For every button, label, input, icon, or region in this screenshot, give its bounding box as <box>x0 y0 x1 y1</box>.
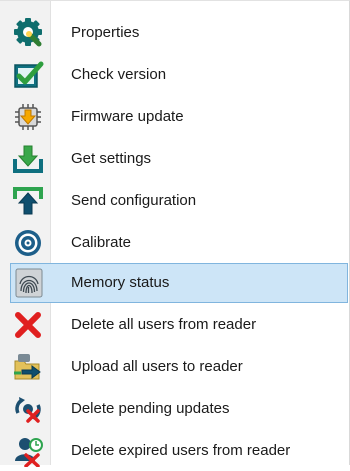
menu-item-label: Upload all users to reader <box>71 358 243 375</box>
menu-item-memory-status[interactable]: Memory status <box>10 263 348 303</box>
menu-item-delete-pending-updates[interactable]: Delete pending updates <box>0 389 349 429</box>
menu-item-upload-all-users[interactable]: Upload all users to reader <box>0 347 349 387</box>
menu-item-label: Get settings <box>71 150 152 167</box>
menu-item-label: Calibrate <box>71 234 132 251</box>
menu-item-delete-all-users[interactable]: Delete all users from reader <box>0 305 349 345</box>
menu-item-label: Firmware update <box>71 108 184 125</box>
menu-item-label: Delete expired users from reader <box>71 442 291 459</box>
menu-item-calibrate[interactable]: Calibrate <box>0 223 349 263</box>
fingerprint-icon <box>13 267 45 299</box>
menu-item-send-configuration[interactable]: Send configuration <box>0 181 349 221</box>
menu-item-label: Delete all users from reader <box>71 316 257 333</box>
folder-arrow-icon <box>12 351 44 383</box>
user-clock-delete-icon <box>12 435 44 467</box>
download-tray-icon <box>12 143 44 175</box>
red-x-icon <box>12 309 44 341</box>
menu-item-label: Send configuration <box>71 192 197 209</box>
menu-item-label: Delete pending updates <box>71 400 230 417</box>
checkbox-check-icon <box>12 59 44 91</box>
menu-item-check-version[interactable]: Check version <box>0 55 349 95</box>
menu-item-label: Check version <box>71 66 167 83</box>
menu-item-label: Properties <box>71 24 140 41</box>
target-icon <box>12 227 44 259</box>
chip-update-icon <box>12 101 44 133</box>
upload-tray-icon <box>12 185 44 217</box>
menu-item-delete-expired-users[interactable]: Delete expired users from reader <box>0 431 349 471</box>
menu-item-label: Memory status <box>71 274 170 291</box>
context-menu: Properties Check version Firmware update… <box>0 0 350 467</box>
gear-wrench-icon <box>12 17 44 49</box>
menu-item-properties[interactable]: Properties <box>0 13 349 53</box>
sync-delete-icon <box>12 393 44 425</box>
menu-item-firmware-update[interactable]: Firmware update <box>0 97 349 137</box>
menu-item-get-settings[interactable]: Get settings <box>0 139 349 179</box>
